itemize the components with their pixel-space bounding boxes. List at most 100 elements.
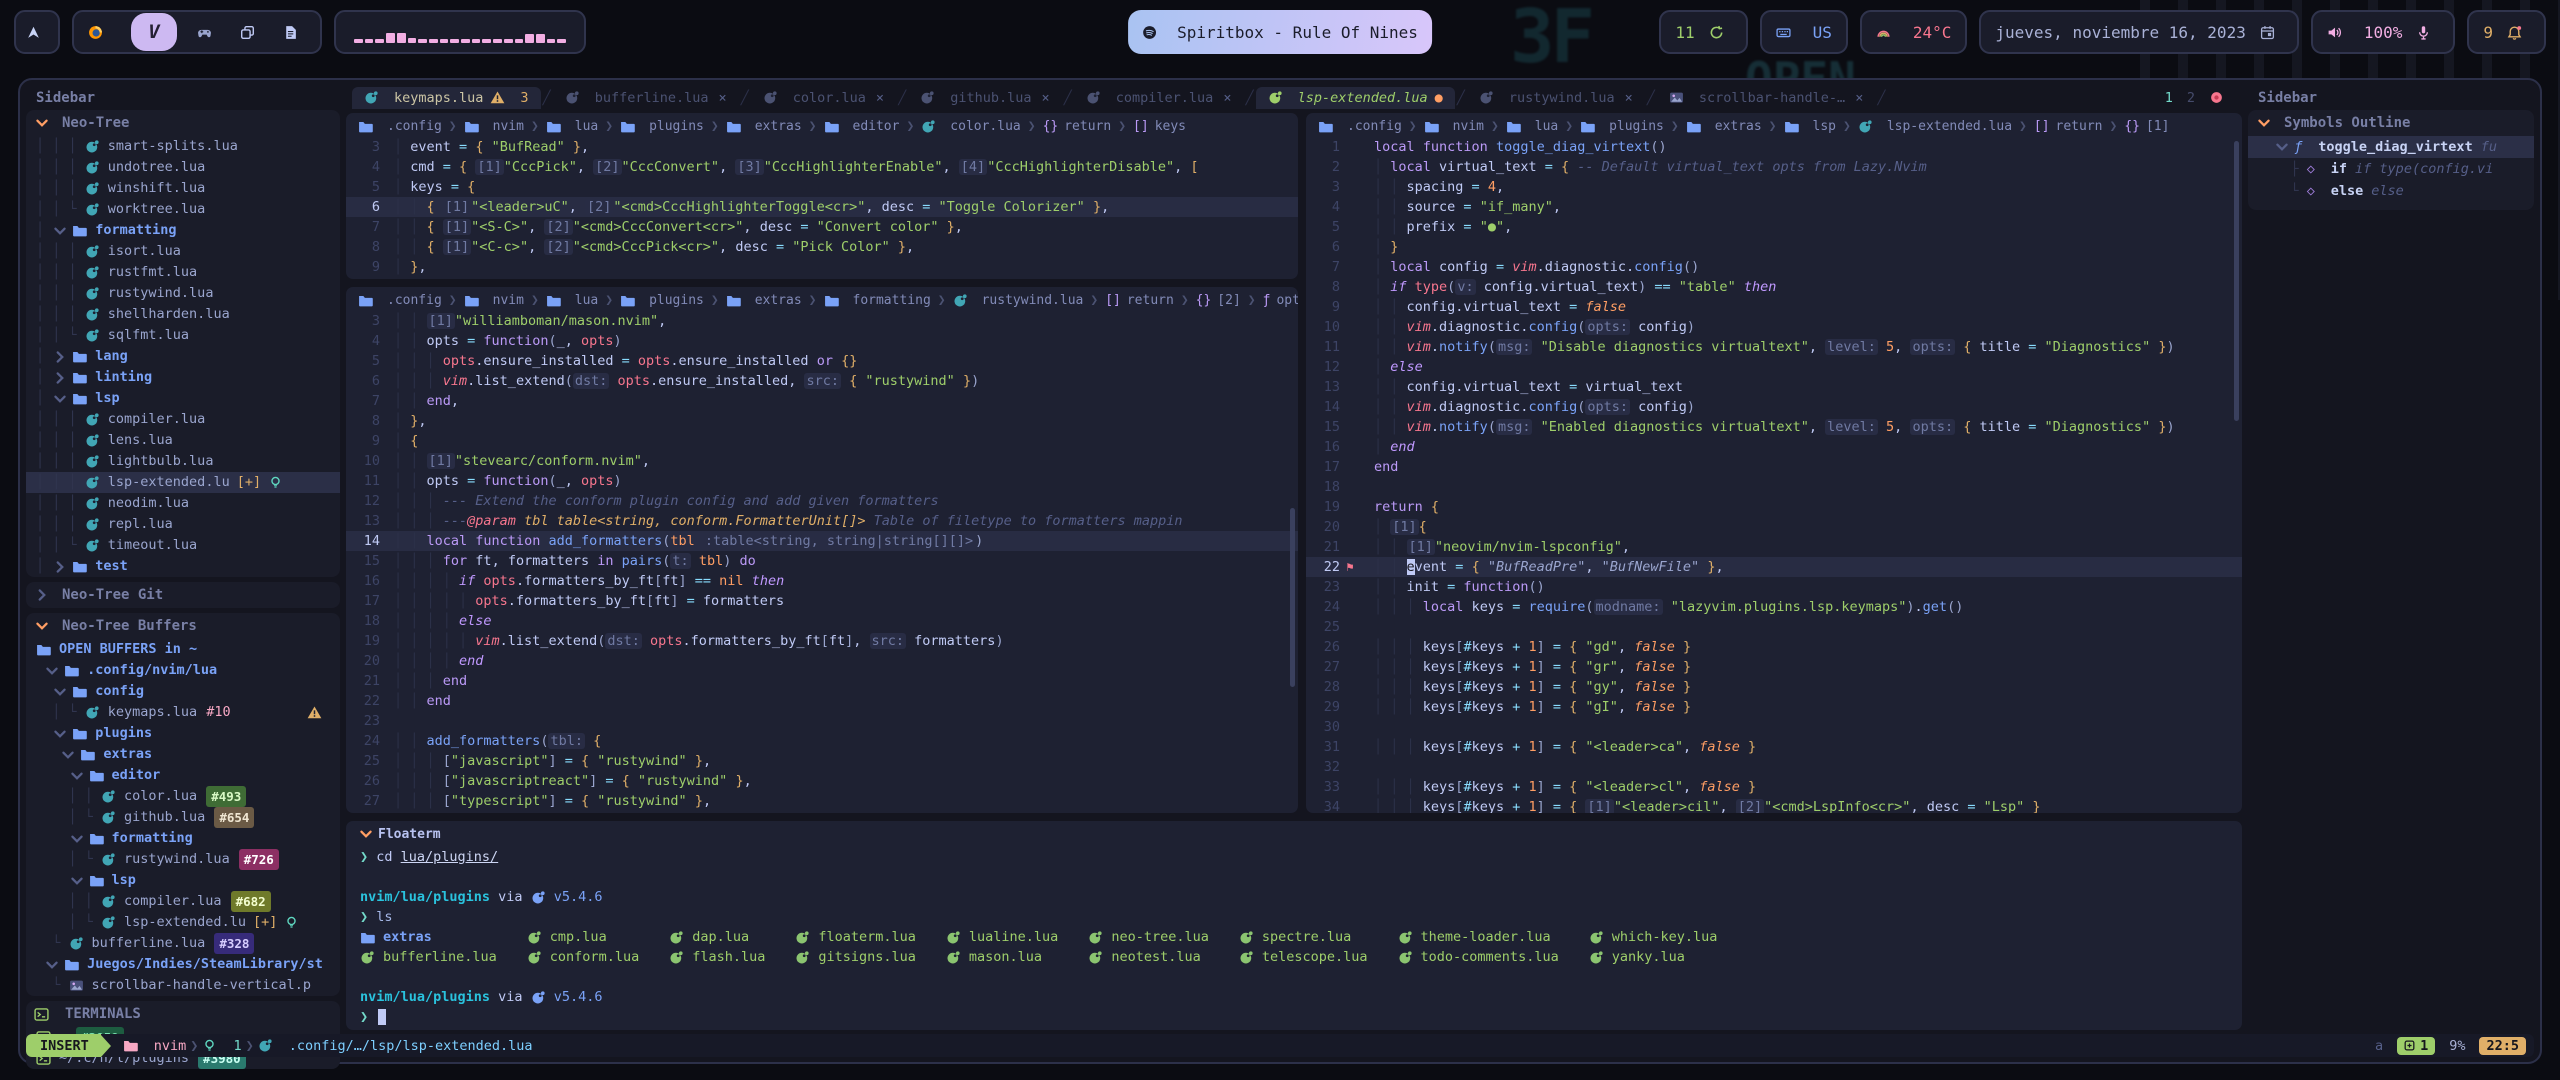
file-sqlfmt.lua[interactable]: │ │ └ sqlfmt.lua [26, 325, 340, 346]
code-line-14[interactable]: 14│ │ vim.diagnostic.config(opts: config… [1306, 397, 2242, 417]
symbol-if[interactable]: ├ ◇ifif type(config.vi [2248, 158, 2534, 180]
code-line-27[interactable]: 27│ │ │ ["typescript"] = { "rustywind" }… [346, 791, 1298, 811]
code-line-7[interactable]: 7│ local config = vim.diagnostic.config(… [1306, 257, 2242, 277]
code-line-13[interactable]: 13│ │ config.virtual_text = virtual_text [1306, 377, 2242, 397]
scrollbar[interactable] [1290, 508, 1295, 687]
chevron-down-icon[interactable] [44, 957, 60, 973]
editor-pane-lsp-extended[interactable]: .config❯nvim❯lua❯plugins❯extras❯lsp❯lsp-… [1306, 113, 2242, 813]
buffer-rustywind.lua[interactable]: │ └ rustywind.lua#726 [26, 849, 340, 870]
code-line-11[interactable]: 11│ │ opts = function(_, opts) [346, 471, 1298, 491]
section-neo-tree[interactable]: Neo-Tree [26, 110, 340, 136]
code-line-19[interactable]: 19return { [1306, 497, 2242, 517]
breadcrumb-item[interactable]: plugins [620, 119, 704, 134]
breadcrumb-item[interactable]: [] return [2034, 119, 2103, 134]
tab-color.lua[interactable]: color.lua× [751, 87, 896, 109]
buffer-lsp-extended.lu[interactable]: │ └ lsp-extended.lu[+] [26, 912, 340, 933]
file-undotree.lua[interactable]: │ │ │ undotree.lua [26, 157, 340, 178]
breadcrumb-item[interactable]: .config [358, 119, 442, 134]
code-line-32[interactable]: 32 [1306, 757, 2242, 777]
tabpage-2[interactable]: 2 [2187, 90, 2195, 106]
code-line-18[interactable]: 18 [1306, 477, 2242, 497]
code-line-5[interactable]: 5│ │ prefix = "●", [1306, 217, 2242, 237]
code-line-29[interactable]: 29│ │ │ keys[#keys + 1] = { "gI", false … [1306, 697, 2242, 717]
neovim-app-button[interactable]: V [131, 13, 177, 51]
breadcrumb-item[interactable]: nvim [464, 293, 524, 308]
code-line-6[interactable]: 6│ } [1306, 237, 2242, 257]
code-line-33[interactable]: 33│ │ │ keys[#keys + 1] = { "<leader>cl"… [1306, 777, 2242, 797]
code-line-5[interactable]: 5│ keys = { [346, 177, 1298, 197]
chevron-right-icon[interactable] [52, 370, 68, 386]
breadcrumb-item[interactable]: extras [726, 119, 802, 134]
code-line-21[interactable]: 21│ │ [1]"neovim/nvim-lspconfig", [1306, 537, 2242, 557]
code-line-10[interactable]: 10│ │ [1]"stevearc/conform.nvim", [346, 451, 1298, 471]
buffer-open-buffers-in--[interactable]: OPEN BUFFERS in ~ [26, 639, 340, 660]
code-line-11[interactable]: 11│ │ vim.notify(msg: "Disable diagnosti… [1306, 337, 2242, 357]
gamepad-icon[interactable] [197, 25, 213, 40]
tabpage-1[interactable]: 1 [2165, 90, 2173, 106]
file-rustywind.lua[interactable]: │ │ │ rustywind.lua [26, 283, 340, 304]
tab-keymaps.lua[interactable]: keymaps.lua3 [352, 87, 541, 109]
breadcrumb-item[interactable]: lsp-extended.lua [1858, 119, 2012, 134]
code-line-17[interactable]: 17│ │ │ │ │ opts.formatters_by_ft[ft] = … [346, 591, 1298, 611]
file-repl.lua[interactable]: │ │ │ repl.lua [26, 514, 340, 535]
buffer-formatting[interactable]: formatting [26, 828, 340, 849]
code-line-7[interactable]: 7│ │ end, [346, 391, 1298, 411]
date-widget[interactable]: jueves, noviembre 16, 2023 [1979, 10, 2298, 54]
tab-lsp-extended.lua[interactable]: lsp-extended.lua● [1256, 87, 1455, 109]
code-line-24[interactable]: 24│ │ add_formatters(tbl: { [346, 731, 1298, 751]
close-icon[interactable]: × [1855, 90, 1863, 106]
code-line-6[interactable]: 6│ │ │ vim.list_extend(dst: opts.ensure_… [346, 371, 1298, 391]
code-line-17[interactable]: 17end [1306, 457, 2242, 477]
record-icon[interactable] [2209, 90, 2225, 105]
music-widget[interactable]: Spiritbox - Rule Of Nines [1128, 10, 1432, 54]
editor-pane-rustywind[interactable]: .config❯nvim❯lua❯plugins❯extras❯formatti… [346, 287, 1298, 813]
code-line-22[interactable]: 22⚑│ │ event = { "BufReadPre", "BufNewFi… [1306, 557, 2242, 577]
chevron-down-icon[interactable] [2274, 139, 2290, 155]
code-line-9[interactable]: 9│ │ config.virtual_text = false [1306, 297, 2242, 317]
breadcrumb-item[interactable]: {} [2] [1196, 293, 1241, 308]
breadcrumb-item[interactable]: {} return [1043, 119, 1112, 134]
section-neo-tree-git[interactable]: Neo-Tree Git [26, 582, 340, 608]
breadcrumb-item[interactable]: .config [1318, 119, 1402, 134]
breadcrumb-item[interactable]: {} [1] [2124, 119, 2169, 134]
code-line-28[interactable]: 28│ │ │ keys[#keys + 1] = { "gy", false … [1306, 677, 2242, 697]
code-line-16[interactable]: 16│ end [1306, 437, 2242, 457]
code-line-25[interactable]: 25 [1306, 617, 2242, 637]
code-line-4[interactable]: 4│ │ opts = function(_, opts) [346, 331, 1298, 351]
terminal-output[interactable]: ❯ cd lua/plugins/nvim/lua/plugins via v5… [346, 845, 2242, 1027]
code-line-8[interactable]: 8│ }, [346, 411, 1298, 431]
code-line-8[interactable]: 8│ │ { [1]"<C-c>", [2]"<cmd>CccPick<cr>"… [346, 237, 1298, 257]
term-cursor-line[interactable]: ❯ [360, 1007, 2242, 1027]
breadcrumb-item[interactable]: ƒ opts [1263, 293, 1298, 308]
code-line-26[interactable]: 26│ │ │ keys[#keys + 1] = { "gd", false … [1306, 637, 2242, 657]
file-linting[interactable]: │ linting [26, 367, 340, 388]
code-line-9[interactable]: 9│ { [346, 431, 1298, 451]
code-line-15[interactable]: 15│ │ │ for ft, formatters in pairs(t: t… [346, 551, 1298, 571]
code-line-3[interactable]: 3│ │ [1]"williamboman/mason.nvim", [346, 311, 1298, 331]
breadcrumb-item[interactable]: nvim [1424, 119, 1484, 134]
code-line-20[interactable]: 20│ [1]{ [1306, 517, 2242, 537]
breadcrumb-item[interactable]: plugins [620, 293, 704, 308]
breadcrumb-item[interactable]: lua [546, 119, 598, 134]
breadcrumb-item[interactable]: [] return [1105, 293, 1174, 308]
code-line-7[interactable]: 7│ │ { [1]"<S-C>", [2]"<cmd>CccConvert<c… [346, 217, 1298, 237]
breadcrumb-item[interactable]: lua [546, 293, 598, 308]
firefox-icon[interactable] [88, 25, 104, 40]
chevron-down-icon[interactable] [52, 391, 68, 407]
buffer-compiler.lua[interactable]: │ │ compiler.lua#682 [26, 891, 340, 912]
document-icon[interactable] [283, 25, 299, 40]
chevron-down-icon[interactable] [52, 223, 68, 239]
breadcrumb-item[interactable]: [] keys [1133, 119, 1186, 134]
chevron-down-icon[interactable] [69, 831, 85, 847]
close-icon[interactable]: × [1041, 90, 1049, 106]
code-line-2[interactable]: 2│ local virtual_text = { -- Default vir… [1306, 157, 2242, 177]
file-lang[interactable]: │ lang [26, 346, 340, 367]
code-line-27[interactable]: 27│ │ │ keys[#keys + 1] = { "gr", false … [1306, 657, 2242, 677]
chevron-down-icon[interactable] [69, 873, 85, 889]
buffer-scrollbar-handle-vertical.p[interactable]: └ scrollbar-handle-vertical.p [26, 975, 340, 996]
tab-github.lua[interactable]: github.lua× [908, 87, 1061, 109]
weather-widget[interactable]: 24°C [1860, 10, 1968, 54]
code-line-30[interactable]: 30 [1306, 717, 2242, 737]
file-formatting[interactable]: │ formatting [26, 220, 340, 241]
notifications-widget[interactable]: 9 [2467, 10, 2546, 54]
